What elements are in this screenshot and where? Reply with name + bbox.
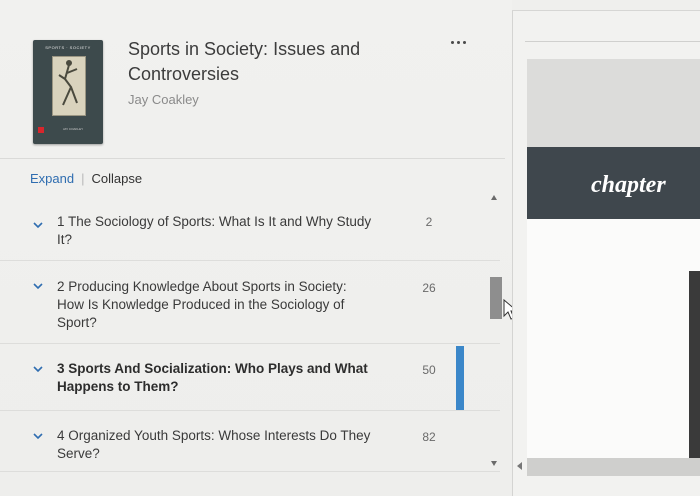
scroll-up-arrow-icon[interactable] [491,195,497,200]
divider [525,41,700,42]
toc-item[interactable]: 1 The Sociology of Sports: What Is It an… [0,200,500,261]
collapse-link[interactable]: Collapse [91,171,142,186]
toc-item-title: 4 Organized Youth Sports: Whose Interest… [57,428,371,461]
ellipsis-icon[interactable] [448,36,468,48]
chevron-down-icon[interactable] [33,364,43,374]
preview-scrollbar[interactable] [527,458,700,476]
cover-title: SPORTS · SOCIETY [45,45,91,50]
cover-art [52,56,86,116]
toc-item-title: 1 The Sociology of Sports: What Is It an… [57,214,372,247]
scrollbar[interactable] [482,195,512,475]
toc-item-title: 2 Producing Knowledge About Sports in So… [57,279,347,330]
cover-author: JAY COAKLEY [62,127,84,131]
toc-item-page: 50 [422,363,436,377]
chapter-banner: chapter [527,147,700,219]
publisher-logo [38,127,44,133]
preview-page[interactable] [527,219,700,459]
toc-item-active[interactable]: 3 Sports And Socialization: Who Plays an… [0,344,500,411]
separator: | [81,171,85,186]
chapter-heading: chapter [591,172,666,198]
chevron-down-icon[interactable] [33,431,43,441]
preview-image [527,59,700,147]
expand-collapse-controls: Expand | Collapse [30,171,142,186]
book-header: SPORTS · SOCIETY JAY COAKLEY Sports in S… [0,12,505,159]
scroll-down-arrow-icon[interactable] [491,461,497,466]
scrollbar-thumb[interactable] [490,277,502,319]
toc-item-page: 82 [422,430,436,444]
chevron-down-icon[interactable] [33,220,43,230]
scroll-left-arrow-icon[interactable] [517,462,522,470]
toc-item[interactable]: 4 Organized Youth Sports: Whose Interest… [0,411,500,472]
book-title: Sports in Society: Issues and Controvers… [128,39,361,84]
current-chapter-marker [456,346,464,410]
chevron-down-icon[interactable] [33,281,43,291]
book-cover[interactable]: SPORTS · SOCIETY JAY COAKLEY [33,40,103,144]
page-preview-panel: chapter [512,11,700,496]
table-of-contents-panel: SPORTS · SOCIETY JAY COAKLEY Sports in S… [0,0,512,496]
preview-image-edge [689,271,700,461]
book-author: Jay Coakley [128,92,199,107]
toc-item[interactable]: 2 Producing Knowledge About Sports in So… [0,261,500,344]
toc-item-page: 26 [422,281,436,295]
expand-link[interactable]: Expand [30,171,74,186]
toc-item-page: 2 [425,215,433,229]
toc-item-title: 3 Sports And Socialization: Who Plays an… [57,361,368,394]
